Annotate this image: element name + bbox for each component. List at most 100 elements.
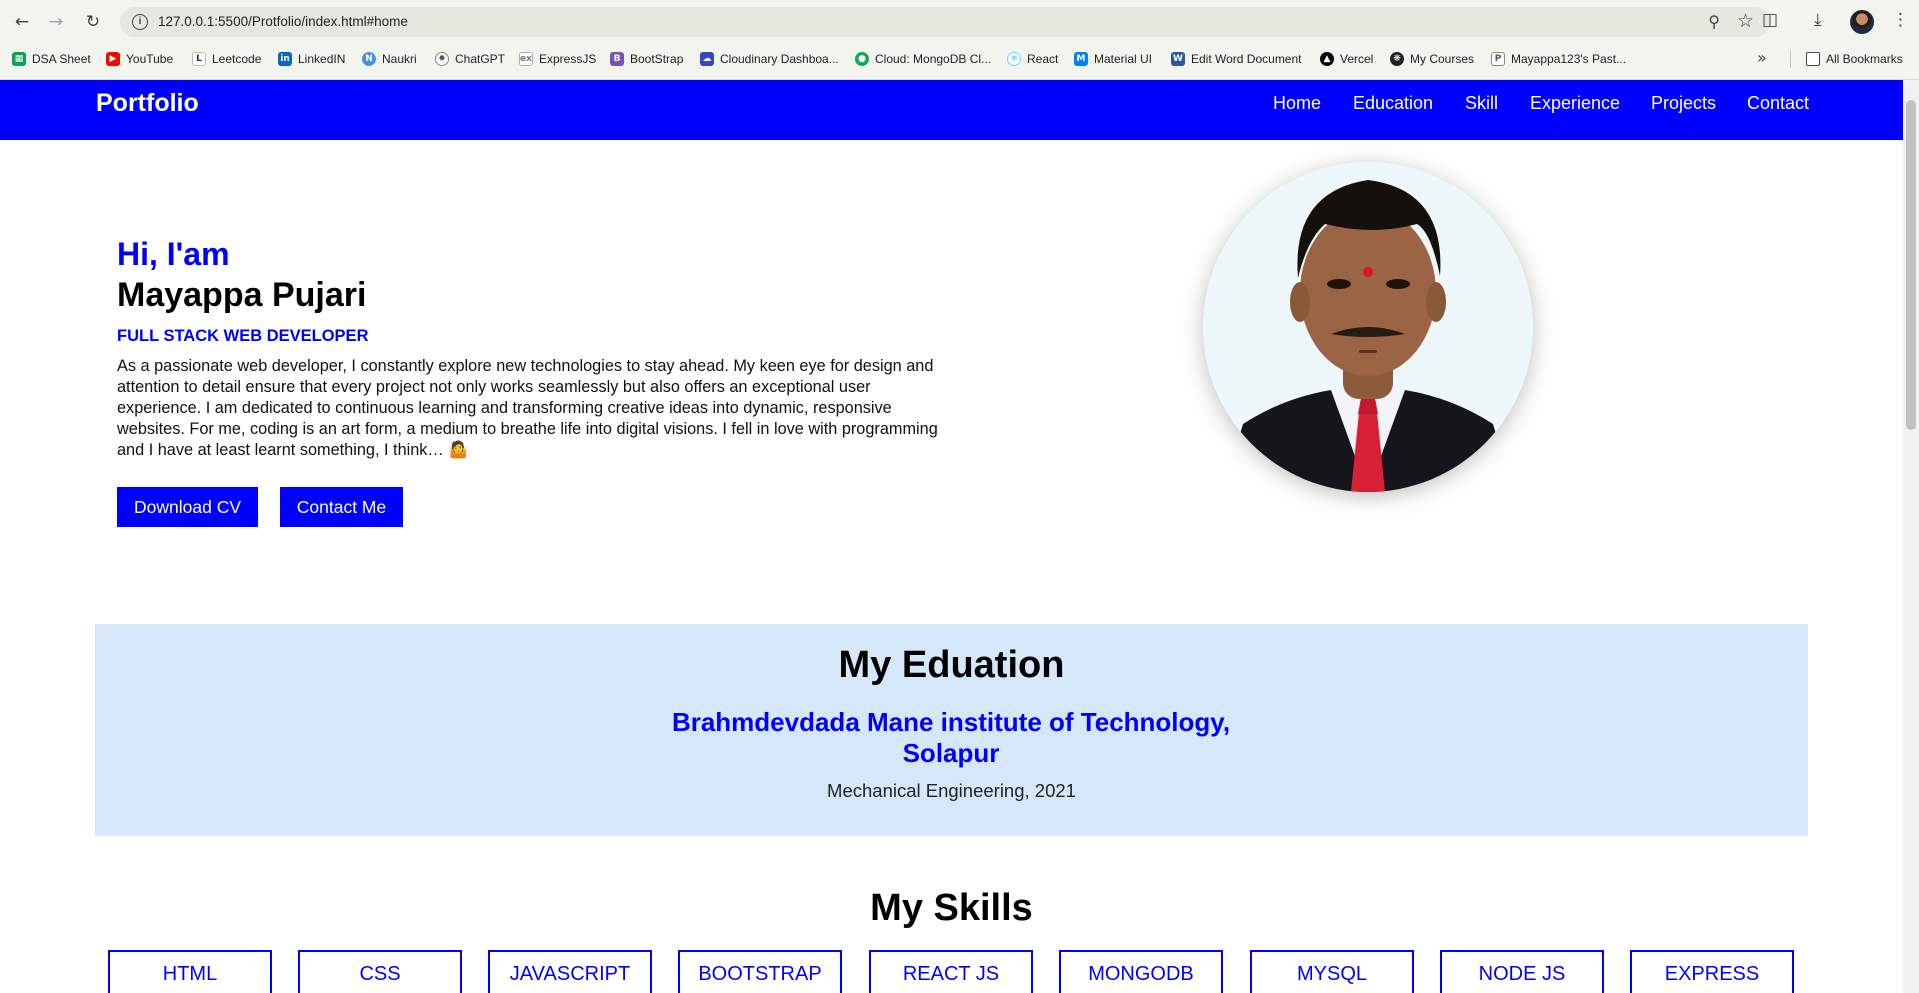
express-icon: ex [519,52,533,66]
naukri-icon: N [362,52,376,66]
bookmark-label: Naukri [382,52,417,66]
bookmark-label: My Courses [1410,52,1475,66]
bookmark-dsa-sheet[interactable]: ▦ DSA Sheet [12,49,91,69]
bookmark-vercel[interactable]: ▲ Vercel [1320,49,1373,69]
bookmark-label: React [1027,52,1059,66]
skill-mongodb: MONGODB [1059,950,1223,993]
bookmark-react[interactable]: ⚛ React [1007,49,1058,69]
bookmark-material-ui[interactable]: M Material UI [1074,49,1152,69]
bookmark-label: Material UI [1094,52,1153,66]
bookmark-star-icon[interactable]: ☆ [1737,10,1754,32]
cloudinary-icon: ☁ [700,52,714,66]
bookmark-expressjs[interactable]: ex ExpressJS [519,49,596,69]
bookmark-pastebin[interactable]: P Mayappa123's Past... [1491,49,1626,69]
browser-chrome: ← → ↻ i 127.0.0.1:5500/Protfolio/index.h… [0,0,1919,80]
nav-skill[interactable]: Skill [1465,93,1498,114]
bookmark-label: BootStrap [630,52,684,66]
bookmark-label: Vercel [1340,52,1374,66]
profile-photo [1203,162,1533,492]
skills-title: My Skills [870,887,1033,929]
bookmark-linkedin[interactable]: in LinkedIN [278,49,345,69]
forward-icon[interactable]: → [44,10,68,34]
vercel-icon: ▲ [1320,52,1334,66]
site-info-icon[interactable]: i [132,14,148,30]
menu-icon[interactable]: ⋮ [1892,10,1909,30]
bookmark-label: DSA Sheet [32,52,91,66]
sheet-icon: ▦ [12,52,26,66]
bootstrap-icon: B [610,52,624,66]
pastebin-icon: P [1491,52,1505,66]
nav-experience[interactable]: Experience [1530,93,1620,114]
bookmark-label: Edit Word Document [1191,52,1302,66]
hero-role: FULL STACK WEB DEVELOPER [117,327,369,345]
nav-education[interactable]: Education [1353,93,1433,114]
bookmark-label: Cloudinary Dashboa... [720,52,839,66]
skill-mysql: MYSQL [1250,950,1414,993]
youtube-icon: ▶ [106,52,120,66]
bookmark-label: Leetcode [212,52,262,66]
address-bar[interactable]: i 127.0.0.1:5500/Protfolio/index.html#ho… [120,7,1770,37]
bookmark-my-courses[interactable]: ❋ My Courses [1390,49,1474,69]
page-viewport: Portfolio Home Education Skill Experienc… [0,80,1903,993]
url-text[interactable]: 127.0.0.1:5500/Protfolio/index.html#home [158,14,408,29]
nav-projects[interactable]: Projects [1651,93,1716,114]
bookmark-label: LinkedIN [298,52,346,66]
bookmarks-bar: ▦ DSA Sheet ▶ YouTube L Leetcode in LinkedIN… [0,46,1919,72]
skill-html: HTML [108,950,272,993]
contact-me-button[interactable]: Contact Me [280,487,403,527]
site-brand[interactable]: Portfolio [96,89,199,118]
bookmark-label: YouTube [126,52,174,66]
extensions-icon[interactable]: ◫ [1762,10,1778,30]
bookmark-naukri[interactable]: N Naukri [362,49,417,69]
browser-toolbar: ← → ↻ i 127.0.0.1:5500/Protfolio/index.h… [0,0,1919,44]
all-bookmarks-label: All Bookmarks [1826,52,1903,66]
hero-bio: As a passionate web developer, I constan… [117,357,938,459]
scrollbar-thumb[interactable] [1906,100,1916,430]
courses-icon: ❋ [1390,52,1404,66]
education-section: My Eduation Brahmdevdada Mane institute … [95,624,1808,836]
bookmark-label: Mayappa123's Past... [1511,52,1627,66]
folder-icon [1806,52,1820,66]
bookmark-bootstrap[interactable]: B BootStrap [610,49,683,69]
bookmark-mongodb[interactable]: ● Cloud: MongoDB Cl... [855,49,991,69]
bookmark-chatgpt[interactable]: ✸ ChatGPT [435,49,505,69]
linkedin-icon: in [278,52,292,66]
mongodb-icon: ● [855,52,869,66]
education-title: My Eduation [838,644,1065,686]
bookmark-label: ChatGPT [455,52,506,66]
leetcode-icon: L [192,52,206,66]
profile-avatar[interactable] [1850,10,1874,34]
page-scrollbar[interactable] [1903,80,1919,993]
chatgpt-icon: ✸ [435,52,449,66]
bookmark-word[interactable]: W Edit Word Document [1171,49,1302,69]
education-school: Brahmdevdada Mane institute of Technolog… [671,707,1231,768]
download-cv-button[interactable]: Download CV [117,487,258,527]
bookmarks-divider [1790,50,1791,68]
skill-javascript: JAVASCRIPT [488,950,652,993]
react-icon: ⚛ [1007,52,1021,66]
bookmark-leetcode[interactable]: L Leetcode [192,49,261,69]
chevron-more-icon[interactable]: » [1757,48,1767,67]
skill-react-js: REACT JS [869,950,1033,993]
mui-icon: M [1074,52,1088,66]
reload-icon[interactable]: ↻ [81,10,105,34]
bookmark-cloudinary[interactable]: ☁ Cloudinary Dashboa... [700,49,839,69]
skill-bootstrap: BOOTSTRAP [678,950,842,993]
bookmark-label: Cloud: MongoDB Cl... [875,52,992,66]
skill-node-js: NODE JS [1440,950,1604,993]
back-icon[interactable]: ← [10,10,34,34]
skill-css: CSS [298,950,462,993]
skill-express: EXPRESS [1630,950,1794,993]
nav-contact[interactable]: Contact [1747,93,1809,114]
bookmark-label: ExpressJS [539,52,597,66]
word-icon: W [1171,52,1185,66]
education-degree: Mechanical Engineering, 2021 [827,780,1076,801]
nav-home[interactable]: Home [1273,93,1321,114]
download-icon[interactable]: ⤓ [1814,10,1822,30]
bookmark-youtube[interactable]: ▶ YouTube [106,49,173,69]
zoom-icon[interactable]: ⚲ [1708,12,1720,31]
site-navbar: Portfolio Home Education Skill Experienc… [0,80,1903,140]
hero-greeting: Hi, I'am [117,236,230,272]
all-bookmarks-button[interactable]: All Bookmarks [1806,49,1903,69]
hero-name: Mayappa Pujari [117,276,367,314]
